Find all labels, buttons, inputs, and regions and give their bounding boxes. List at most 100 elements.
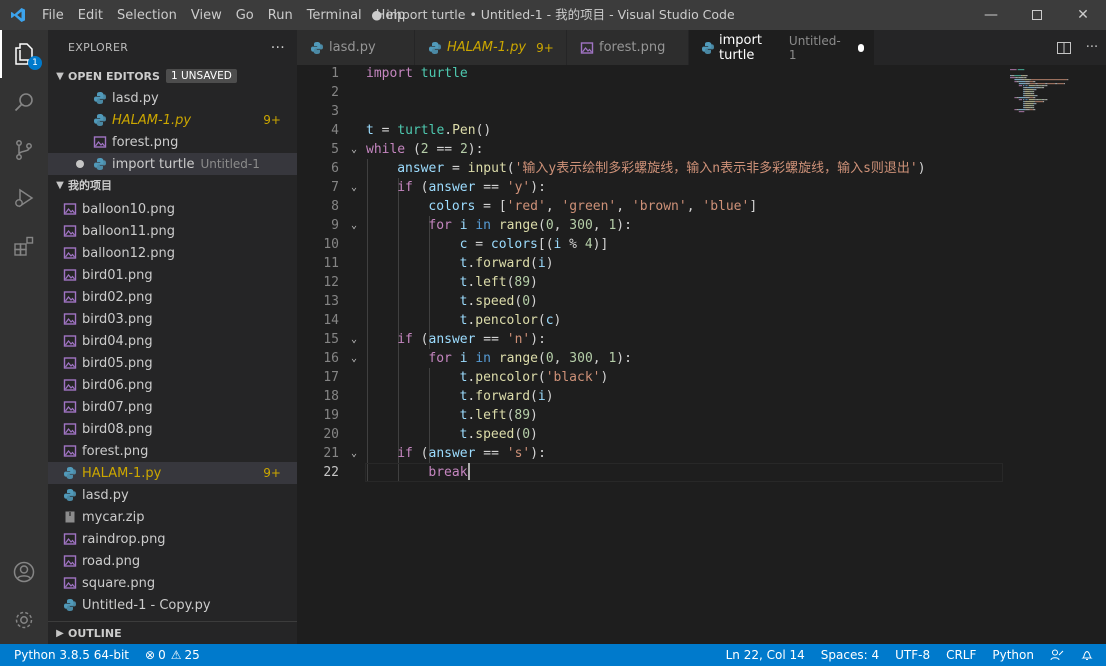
file-tree-item[interactable]: bird08.png xyxy=(48,418,297,440)
language-mode[interactable]: Python xyxy=(984,644,1042,666)
cursor-position[interactable]: Ln 22, Col 14 xyxy=(718,644,813,666)
outline-section[interactable]: ▶ OUTLINE xyxy=(48,621,297,644)
search-icon[interactable] xyxy=(0,78,48,126)
encoding[interactable]: UTF-8 xyxy=(887,644,938,666)
fold-chevron-icon[interactable]: ⌄ xyxy=(347,330,361,349)
code-line[interactable]: 13 t.speed(0) xyxy=(297,292,1006,311)
file-tree-item[interactable]: bird02.png xyxy=(48,286,297,308)
menu-item[interactable]: View xyxy=(184,8,229,23)
editor-tab[interactable]: lasd.py xyxy=(297,30,415,65)
file-tree-item[interactable]: bird05.png xyxy=(48,352,297,374)
fold-chevron-icon[interactable]: ⌄ xyxy=(347,178,361,197)
editor-tab[interactable]: HALAM-1.py 9+ xyxy=(415,30,567,65)
code-line[interactable]: 18 t.forward(i) xyxy=(297,387,1006,406)
explorer-icon[interactable]: 1 xyxy=(0,30,48,78)
open-editor-item[interactable]: forest.png xyxy=(48,131,297,153)
open-editors-header[interactable]: ▼ OPEN EDITORS 1 UNSAVED xyxy=(48,65,297,87)
file-tree-item[interactable]: balloon11.png xyxy=(48,220,297,242)
fold-chevron-icon[interactable]: ⌄ xyxy=(347,216,361,235)
chevron-down-icon: ▼ xyxy=(56,179,64,191)
code-line[interactable]: 3 xyxy=(297,102,1006,121)
feedback-icon[interactable] xyxy=(1042,644,1072,666)
minimap[interactable] xyxy=(1007,65,1097,644)
editor-tab[interactable]: forest.png xyxy=(567,30,689,65)
more-actions-icon[interactable]: ··· xyxy=(1078,40,1106,55)
indentation[interactable]: Spaces: 4 xyxy=(813,644,887,666)
code-line[interactable]: 12 t.left(89) xyxy=(297,273,1006,292)
code-line[interactable]: 19 t.left(89) xyxy=(297,406,1006,425)
file-name: bird06.png xyxy=(82,377,153,393)
file-tree-item[interactable]: Untitled-1 - Copy.py xyxy=(48,594,297,616)
code-line[interactable]: 20 t.speed(0) xyxy=(297,425,1006,444)
file-tree-item[interactable]: bird01.png xyxy=(48,264,297,286)
code-token: if xyxy=(397,332,413,347)
file-tree-item[interactable]: square.png xyxy=(48,572,297,594)
minimap-token xyxy=(1067,79,1069,81)
file-tree-item[interactable]: lasd.py xyxy=(48,484,297,506)
open-editor-item[interactable]: import turtle Untitled-1 xyxy=(48,153,297,175)
editor-tab[interactable]: import turtle Untitled-1 xyxy=(689,30,875,65)
menu-item[interactable]: Selection xyxy=(110,8,184,23)
menu-item[interactable]: Edit xyxy=(71,8,110,23)
end-of-line[interactable]: CRLF xyxy=(938,644,984,666)
project-folder-header[interactable]: ▼ 我的项目 xyxy=(48,175,297,195)
more-actions-icon[interactable]: ··· xyxy=(271,40,285,56)
fold-chevron-icon[interactable]: ⌄ xyxy=(347,140,361,159)
file-tree-item[interactable]: balloon10.png xyxy=(48,198,297,220)
account-icon[interactable] xyxy=(0,548,48,596)
code-line[interactable]: 7 ⌄ if (answer == 'y'): xyxy=(297,178,1006,197)
settings-gear-icon[interactable] xyxy=(0,596,48,644)
menu-item[interactable]: Go xyxy=(229,8,261,23)
code-line[interactable]: 9 ⌄ for i in range(0, 300, 1): xyxy=(297,216,1006,235)
file-tree-item[interactable]: balloon12.png xyxy=(48,242,297,264)
close-icon[interactable]: ✕ xyxy=(1060,0,1106,30)
menu-item[interactable]: Help xyxy=(369,8,413,23)
fold-chevron-icon[interactable]: ⌄ xyxy=(347,349,361,368)
code-line[interactable]: 2 xyxy=(297,83,1006,102)
file-tree-item[interactable]: forest.png xyxy=(48,440,297,462)
code-editor[interactable]: 1 import turtle 2 3 4 t = turtle.Pen() 5 ⌄ while… xyxy=(297,65,1106,644)
file-tree-item[interactable]: road.png xyxy=(48,550,297,572)
fold-chevron-icon[interactable]: ⌄ xyxy=(347,444,361,463)
minimap-token xyxy=(1033,81,1036,83)
file-tree-item[interactable]: HALAM-1.py 9+ xyxy=(48,462,297,484)
file-tree-item[interactable]: bird07.png xyxy=(48,396,297,418)
unsaved-dot-icon[interactable] xyxy=(857,43,864,52)
code-line[interactable]: 6 answer = input('输入y表示绘制多彩螺旋线，输入n表示非多彩螺旋… xyxy=(297,159,1006,178)
python-interpreter[interactable]: Python 3.8.5 64-bit xyxy=(0,644,137,666)
notifications-bell-icon[interactable] xyxy=(1072,644,1106,666)
split-editor-icon[interactable] xyxy=(1050,40,1078,56)
menu-item[interactable]: File xyxy=(35,8,71,23)
extensions-icon[interactable] xyxy=(0,222,48,270)
file-tree-item[interactable]: mycar.zip xyxy=(48,506,297,528)
code-line[interactable]: 15 ⌄ if (answer == 'n'): xyxy=(297,330,1006,349)
code-line[interactable]: 5 ⌄ while (2 == 2): xyxy=(297,140,1006,159)
file-tree-item[interactable]: bird03.png xyxy=(48,308,297,330)
code-line[interactable]: 17 t.pencolor('black') xyxy=(297,368,1006,387)
minimap-token xyxy=(1037,83,1046,85)
code-line[interactable]: 8 colors = ['red', 'green', 'brown', 'blu… xyxy=(297,197,1006,216)
code-line[interactable]: 22 break xyxy=(297,463,1006,482)
code-line[interactable]: 11 t.forward(i) xyxy=(297,254,1006,273)
code-token: 'blue' xyxy=(702,199,750,214)
menu-item[interactable]: Run xyxy=(261,8,300,23)
source-control-icon[interactable] xyxy=(0,126,48,174)
code-token: pencolor xyxy=(475,370,538,385)
code-text: t.pencolor('black') xyxy=(460,368,609,387)
problems-indicator[interactable]: ⊗ 0 ⚠ 25 xyxy=(137,644,208,666)
open-editor-item[interactable]: lasd.py xyxy=(48,87,297,109)
file-tree-item[interactable]: bird06.png xyxy=(48,374,297,396)
minimize-icon[interactable]: — xyxy=(968,0,1014,30)
code-line[interactable]: 16 ⌄ for i in range(0, 300, 1): xyxy=(297,349,1006,368)
code-line[interactable]: 10 c = colors[(i % 4)] xyxy=(297,235,1006,254)
file-tree-item[interactable]: raindrop.png xyxy=(48,528,297,550)
menu-item[interactable]: Terminal xyxy=(300,8,369,23)
code-line[interactable]: 1 import turtle xyxy=(297,64,1006,83)
open-editor-item[interactable]: HALAM-1.py 9+ xyxy=(48,109,297,131)
code-line[interactable]: 14 t.pencolor(c) xyxy=(297,311,1006,330)
code-line[interactable]: 21 ⌄ if (answer == 's'): xyxy=(297,444,1006,463)
run-debug-icon[interactable] xyxy=(0,174,48,222)
code-line[interactable]: 4 t = turtle.Pen() xyxy=(297,121,1006,140)
maximize-icon[interactable] xyxy=(1014,0,1060,30)
file-tree-item[interactable]: bird04.png xyxy=(48,330,297,352)
